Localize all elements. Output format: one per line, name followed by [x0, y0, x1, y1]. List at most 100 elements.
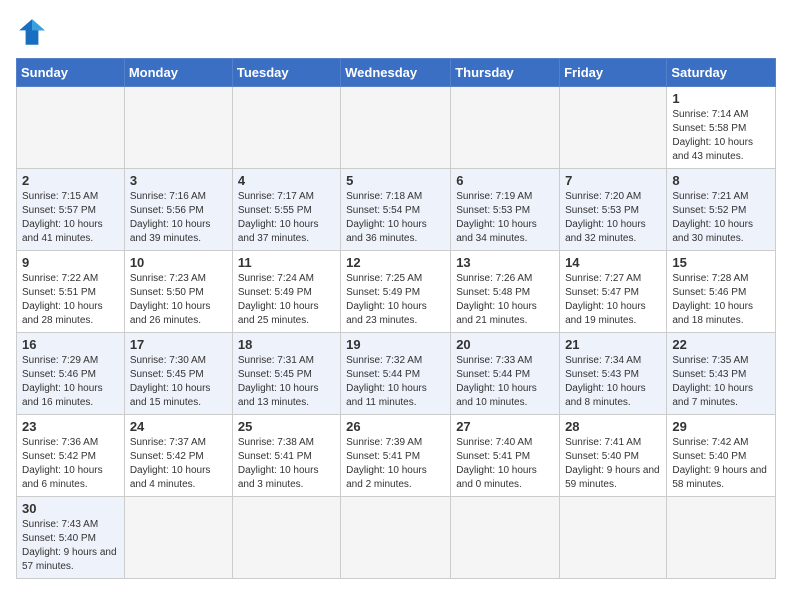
day-number: 12	[346, 255, 445, 270]
day-info: Sunrise: 7:32 AM Sunset: 5:44 PM Dayligh…	[346, 354, 445, 410]
day-info: Sunrise: 7:14 AM Sunset: 5:58 PM Dayligh…	[672, 108, 770, 164]
day-info: Sunrise: 7:34 AM Sunset: 5:43 PM Dayligh…	[565, 354, 661, 410]
calendar-day-cell: 5 Sunrise: 7:18 AM Sunset: 5:54 PM Daylig…	[341, 169, 451, 251]
calendar-day-cell: 24 Sunrise: 7:37 AM Sunset: 5:42 PM Dayli…	[124, 415, 232, 497]
calendar-day-cell: 11 Sunrise: 7:24 AM Sunset: 5:49 PM Dayli…	[232, 251, 340, 333]
day-number: 9	[22, 255, 119, 270]
day-number: 7	[565, 173, 661, 188]
day-info: Sunrise: 7:24 AM Sunset: 5:49 PM Dayligh…	[238, 272, 335, 328]
calendar-day-cell: 6 Sunrise: 7:19 AM Sunset: 5:53 PM Daylig…	[451, 169, 560, 251]
calendar-day-cell: 2 Sunrise: 7:15 AM Sunset: 5:57 PM Daylig…	[17, 169, 125, 251]
day-number: 30	[22, 501, 119, 516]
calendar-day-cell: 30 Sunrise: 7:43 AM Sunset: 5:40 PM Dayli…	[17, 497, 125, 579]
calendar-day-cell: 22Sunrise: 7:35 AM Sunset: 5:43 PM Dayli…	[667, 333, 776, 415]
day-info: Sunrise: 7:25 AM Sunset: 5:49 PM Dayligh…	[346, 272, 445, 328]
day-number: 26	[346, 419, 445, 434]
day-number: 27	[456, 419, 554, 434]
day-info: Sunrise: 7:16 AM Sunset: 5:56 PM Dayligh…	[130, 190, 227, 246]
day-info: Sunrise: 7:41 AM Sunset: 5:40 PM Dayligh…	[565, 436, 661, 492]
calendar-day-cell	[341, 87, 451, 169]
weekday-header-row: SundayMondayTuesdayWednesdayThursdayFrid…	[17, 59, 776, 87]
day-number: 24	[130, 419, 227, 434]
calendar-table: SundayMondayTuesdayWednesdayThursdayFrid…	[16, 58, 776, 579]
weekday-header-tuesday: Tuesday	[232, 59, 340, 87]
calendar-day-cell	[451, 87, 560, 169]
calendar-day-cell	[341, 497, 451, 579]
calendar-day-cell: 19Sunrise: 7:32 AM Sunset: 5:44 PM Dayli…	[341, 333, 451, 415]
day-info: Sunrise: 7:22 AM Sunset: 5:51 PM Dayligh…	[22, 272, 119, 328]
calendar-day-cell: 29 Sunrise: 7:42 AM Sunset: 5:40 PM Dayli…	[667, 415, 776, 497]
page-header	[16, 16, 776, 48]
calendar-day-cell: 27 Sunrise: 7:40 AM Sunset: 5:41 PM Dayli…	[451, 415, 560, 497]
calendar-day-cell	[560, 87, 667, 169]
day-number: 5	[346, 173, 445, 188]
calendar-day-cell: 23 Sunrise: 7:36 AM Sunset: 5:42 PM Dayli…	[17, 415, 125, 497]
weekday-header-sunday: Sunday	[17, 59, 125, 87]
day-number: 10	[130, 255, 227, 270]
day-number: 21	[565, 337, 661, 352]
day-number: 17	[130, 337, 227, 352]
calendar-day-cell: 12 Sunrise: 7:25 AM Sunset: 5:49 PM Dayli…	[341, 251, 451, 333]
day-number: 16	[22, 337, 119, 352]
day-number: 23	[22, 419, 119, 434]
day-info: Sunrise: 7:42 AM Sunset: 5:40 PM Dayligh…	[672, 436, 770, 492]
calendar-day-cell: 15 Sunrise: 7:28 AM Sunset: 5:46 PM Dayli…	[667, 251, 776, 333]
calendar-day-cell: 17 Sunrise: 7:30 AM Sunset: 5:45 PM Dayli…	[124, 333, 232, 415]
calendar-week-row: 30 Sunrise: 7:43 AM Sunset: 5:40 PM Dayli…	[17, 497, 776, 579]
calendar-day-cell: 1 Sunrise: 7:14 AM Sunset: 5:58 PM Daylig…	[667, 87, 776, 169]
day-info: Sunrise: 7:31 AM Sunset: 5:45 PM Dayligh…	[238, 354, 335, 410]
calendar-day-cell: 28 Sunrise: 7:41 AM Sunset: 5:40 PM Dayli…	[560, 415, 667, 497]
calendar-week-row: 16Sunrise: 7:29 AM Sunset: 5:46 PM Dayli…	[17, 333, 776, 415]
day-number: 8	[672, 173, 770, 188]
calendar-day-cell: 16Sunrise: 7:29 AM Sunset: 5:46 PM Dayli…	[17, 333, 125, 415]
day-info: Sunrise: 7:39 AM Sunset: 5:41 PM Dayligh…	[346, 436, 445, 492]
logo-icon	[16, 16, 48, 48]
day-number: 1	[672, 91, 770, 106]
day-number: 15	[672, 255, 770, 270]
calendar-day-cell: 9 Sunrise: 7:22 AM Sunset: 5:51 PM Daylig…	[17, 251, 125, 333]
day-number: 29	[672, 419, 770, 434]
day-info: Sunrise: 7:19 AM Sunset: 5:53 PM Dayligh…	[456, 190, 554, 246]
calendar-day-cell	[560, 497, 667, 579]
day-number: 4	[238, 173, 335, 188]
calendar-day-cell	[124, 87, 232, 169]
calendar-day-cell: 26 Sunrise: 7:39 AM Sunset: 5:41 PM Dayli…	[341, 415, 451, 497]
weekday-header-wednesday: Wednesday	[341, 59, 451, 87]
calendar-day-cell: 18 Sunrise: 7:31 AM Sunset: 5:45 PM Dayli…	[232, 333, 340, 415]
calendar-day-cell: 21 Sunrise: 7:34 AM Sunset: 5:43 PM Dayli…	[560, 333, 667, 415]
calendar-day-cell: 3 Sunrise: 7:16 AM Sunset: 5:56 PM Daylig…	[124, 169, 232, 251]
calendar-day-cell: 7Sunrise: 7:20 AM Sunset: 5:53 PM Daylig…	[560, 169, 667, 251]
calendar-day-cell: 20Sunrise: 7:33 AM Sunset: 5:44 PM Dayli…	[451, 333, 560, 415]
calendar-day-cell	[17, 87, 125, 169]
day-number: 28	[565, 419, 661, 434]
calendar-day-cell	[232, 87, 340, 169]
weekday-header-saturday: Saturday	[667, 59, 776, 87]
weekday-header-monday: Monday	[124, 59, 232, 87]
day-info: Sunrise: 7:17 AM Sunset: 5:55 PM Dayligh…	[238, 190, 335, 246]
day-number: 2	[22, 173, 119, 188]
day-info: Sunrise: 7:18 AM Sunset: 5:54 PM Dayligh…	[346, 190, 445, 246]
day-info: Sunrise: 7:40 AM Sunset: 5:41 PM Dayligh…	[456, 436, 554, 492]
logo	[16, 16, 52, 48]
day-number: 6	[456, 173, 554, 188]
calendar-day-cell	[667, 497, 776, 579]
day-info: Sunrise: 7:37 AM Sunset: 5:42 PM Dayligh…	[130, 436, 227, 492]
day-info: Sunrise: 7:28 AM Sunset: 5:46 PM Dayligh…	[672, 272, 770, 328]
calendar-week-row: 23 Sunrise: 7:36 AM Sunset: 5:42 PM Dayli…	[17, 415, 776, 497]
day-number: 11	[238, 255, 335, 270]
day-info: Sunrise: 7:33 AM Sunset: 5:44 PM Dayligh…	[456, 354, 554, 410]
day-info: Sunrise: 7:43 AM Sunset: 5:40 PM Dayligh…	[22, 518, 119, 574]
calendar-day-cell: 25Sunrise: 7:38 AM Sunset: 5:41 PM Dayli…	[232, 415, 340, 497]
day-info: Sunrise: 7:21 AM Sunset: 5:52 PM Dayligh…	[672, 190, 770, 246]
day-info: Sunrise: 7:23 AM Sunset: 5:50 PM Dayligh…	[130, 272, 227, 328]
day-info: Sunrise: 7:36 AM Sunset: 5:42 PM Dayligh…	[22, 436, 119, 492]
day-info: Sunrise: 7:27 AM Sunset: 5:47 PM Dayligh…	[565, 272, 661, 328]
day-number: 3	[130, 173, 227, 188]
day-number: 13	[456, 255, 554, 270]
day-info: Sunrise: 7:30 AM Sunset: 5:45 PM Dayligh…	[130, 354, 227, 410]
calendar-day-cell: 14 Sunrise: 7:27 AM Sunset: 5:47 PM Dayli…	[560, 251, 667, 333]
day-number: 14	[565, 255, 661, 270]
day-number: 18	[238, 337, 335, 352]
day-info: Sunrise: 7:15 AM Sunset: 5:57 PM Dayligh…	[22, 190, 119, 246]
weekday-header-friday: Friday	[560, 59, 667, 87]
